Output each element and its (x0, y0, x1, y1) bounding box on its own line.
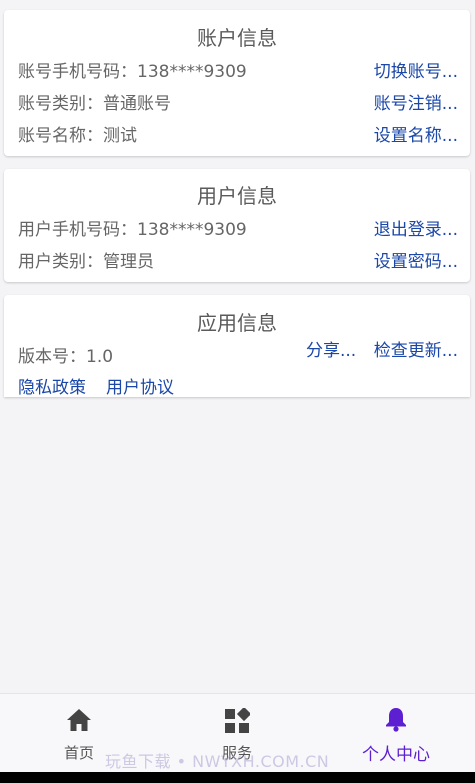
account-info-card: 账户信息 账号手机号码：138****9309 切换账号... 账号类别：普通账… (4, 10, 470, 156)
system-nav-bar (0, 772, 475, 783)
set-name-link[interactable]: 设置名称... (374, 121, 458, 146)
grid-icon (224, 706, 252, 738)
app-info-card: 应用信息 版本号：1.0 分享... 检查更新... 隐私政策 用户协议 (4, 295, 470, 398)
user-info-title: 用户信息 (197, 184, 277, 208)
user-info-card: 用户信息 用户手机号码：138****9309 退出登录... 用户类别：管理员… (4, 169, 470, 282)
app-info-title: 应用信息 (197, 311, 277, 335)
account-info-title: 账户信息 (197, 26, 277, 50)
check-update-link[interactable]: 检查更新... (374, 336, 458, 361)
logout-link[interactable]: 退出登录... (374, 215, 458, 240)
user-type-label: 用户类别：管理员 (18, 252, 154, 272)
cancel-account-link[interactable]: 账号注销... (374, 89, 458, 114)
account-type-label: 账号类别：普通账号 (18, 94, 171, 114)
share-link[interactable]: 分享... (306, 336, 356, 361)
tab-profile[interactable]: 个人中心 (317, 694, 475, 773)
switch-account-link[interactable]: 切换账号... (374, 57, 458, 82)
privacy-policy-link[interactable]: 隐私政策 (18, 373, 86, 398)
bell-icon (384, 706, 408, 736)
account-phone-label: 账号手机号码：138****9309 (18, 62, 247, 82)
set-password-link[interactable]: 设置密码... (374, 247, 458, 272)
version-label: 版本号：1.0 (18, 347, 114, 367)
account-name-label: 账号名称：测试 (18, 126, 137, 146)
home-icon (66, 708, 92, 736)
watermark: 玩鱼下载 • NWYXH.COM.CN (105, 752, 330, 771)
user-phone-label: 用户手机号码：138****9309 (18, 220, 247, 240)
tab-profile-label: 个人中心 (362, 745, 430, 765)
user-agreement-link[interactable]: 用户协议 (106, 373, 174, 398)
